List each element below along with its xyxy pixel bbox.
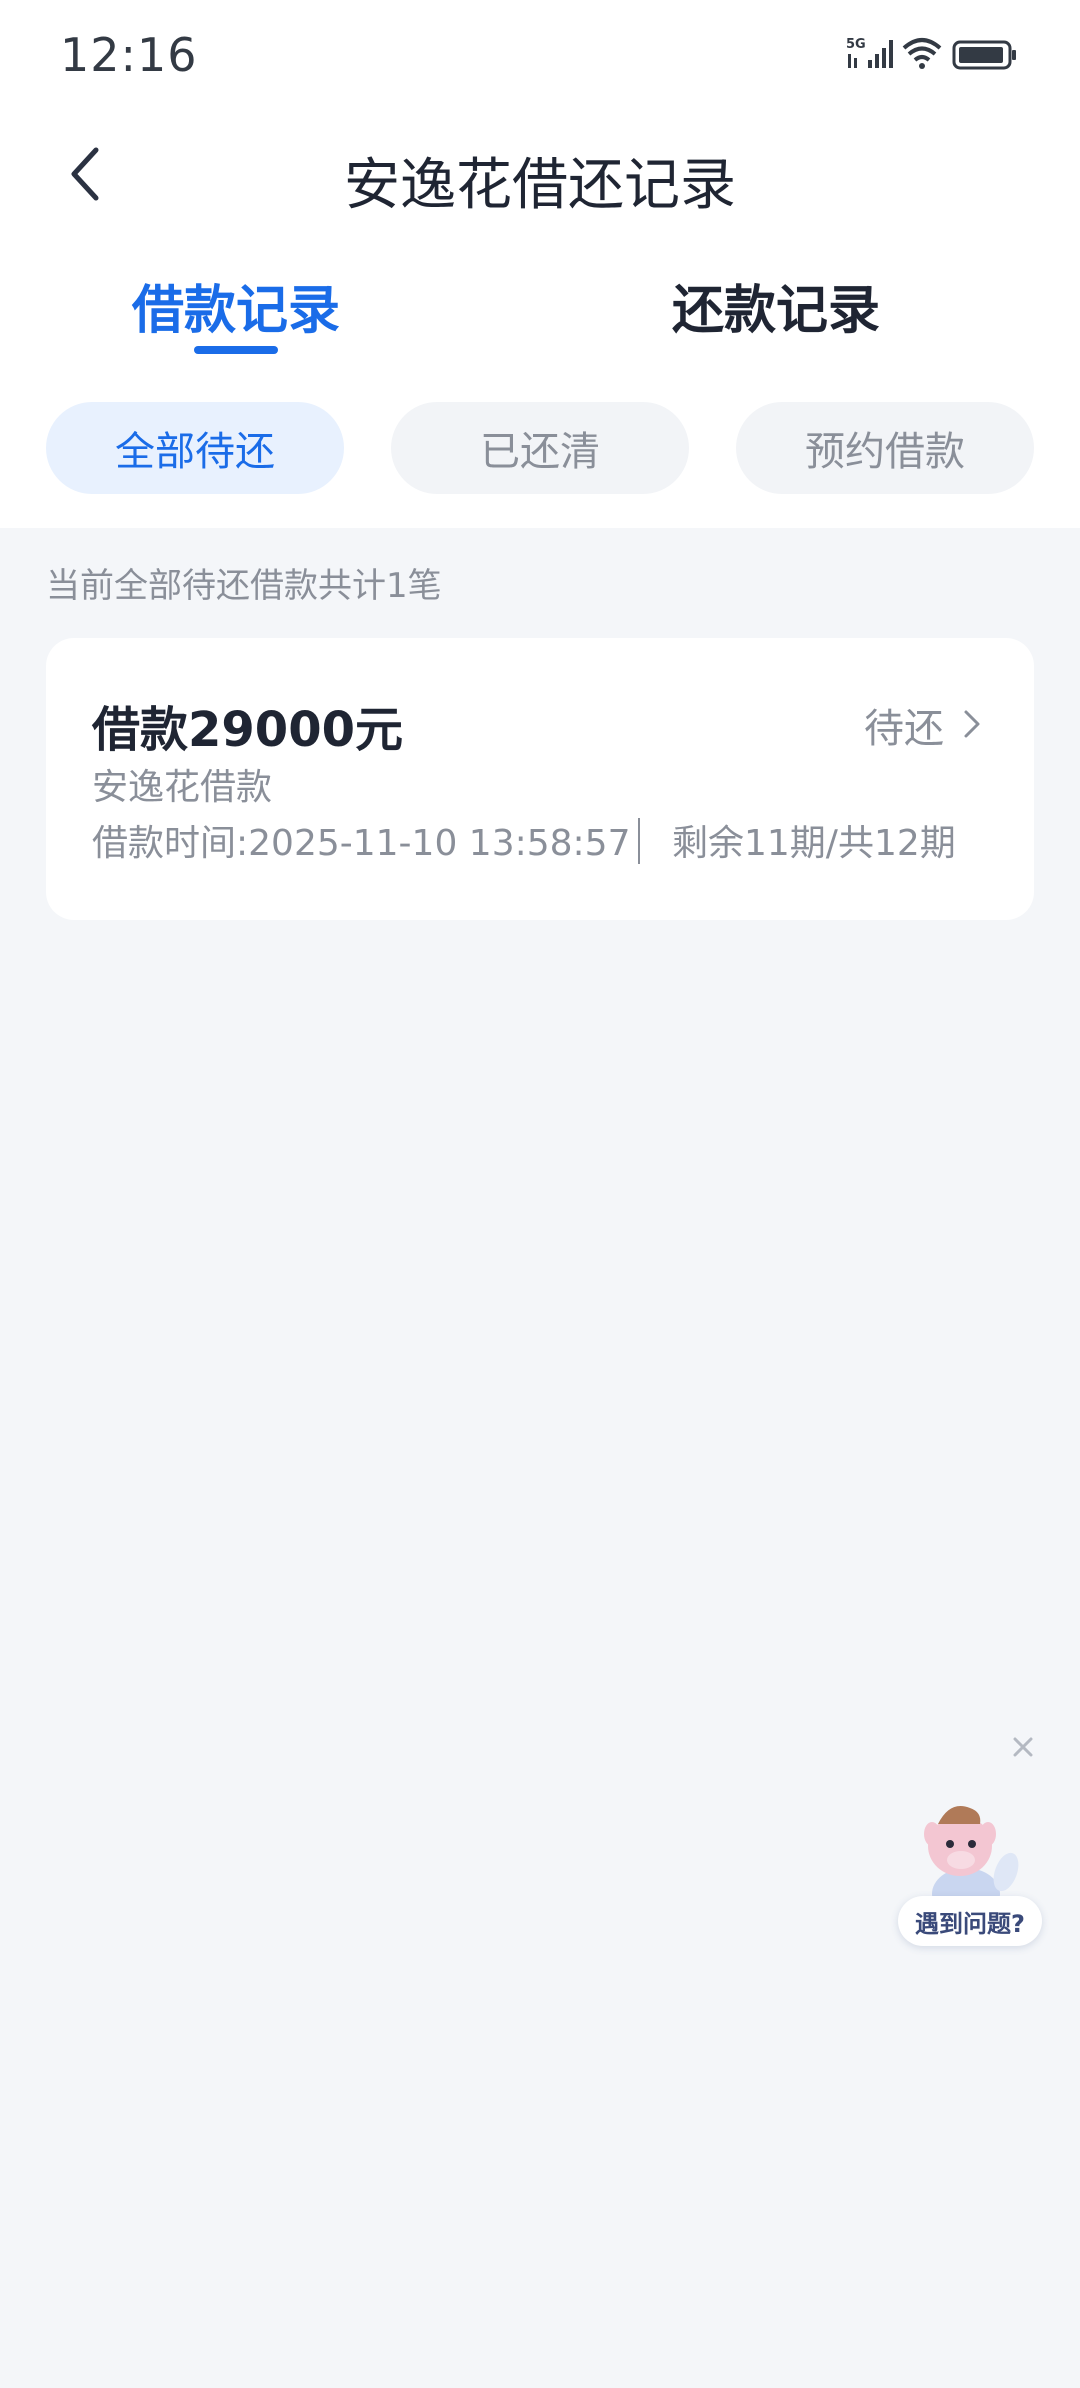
- main-tabs: 借款记录 还款记录: [0, 256, 1080, 366]
- svg-text:5G: 5G: [846, 37, 866, 52]
- loan-amount: 借款29000元: [92, 702, 403, 758]
- help-widget: 遇到问题?: [894, 1730, 1044, 1990]
- status-time: 12:16: [60, 28, 198, 82]
- divider: [638, 818, 640, 864]
- top-section: 12:16 5G 安逸花借还记录 借款记录 还款记录 全部待还 已还清 预约借款: [0, 0, 1080, 528]
- loan-time: 借款时间:2025-11-10 13:58:57: [92, 823, 631, 864]
- status-icons: 5G: [846, 34, 1022, 74]
- loan-product: 安逸花借款: [92, 767, 273, 808]
- loan-status: 待还: [864, 706, 944, 752]
- help-label[interactable]: 遇到问题?: [898, 1896, 1042, 1946]
- chevron-right-icon: [964, 710, 980, 738]
- active-tab-indicator: [194, 346, 278, 354]
- filter-reserved-loan[interactable]: 预约借款: [736, 402, 1034, 494]
- filter-pills: 全部待还 已还清 预约借款: [0, 402, 1080, 494]
- loan-card[interactable]: 借款29000元 待还 安逸花借款 借款时间:2025-11-10 13:58:…: [46, 638, 1034, 920]
- filter-all-pending[interactable]: 全部待还: [46, 402, 344, 494]
- status-bar: 12:16 5G: [0, 0, 1080, 110]
- close-icon: [1013, 1737, 1033, 1757]
- tab-loan-records[interactable]: 借款记录: [86, 268, 386, 343]
- nav-bar: 安逸花借还记录: [0, 120, 1080, 230]
- filter-paid-off[interactable]: 已还清: [391, 402, 689, 494]
- signal-wifi-battery-icon: 5G: [846, 37, 1016, 70]
- tab-repayment-records[interactable]: 还款记录: [626, 268, 926, 343]
- help-close-button[interactable]: [1006, 1730, 1040, 1764]
- pending-summary: 当前全部待还借款共计1笔: [46, 566, 442, 606]
- loan-periods: 剩余11期/共12期: [672, 823, 956, 864]
- page-title: 安逸花借还记录: [344, 153, 736, 218]
